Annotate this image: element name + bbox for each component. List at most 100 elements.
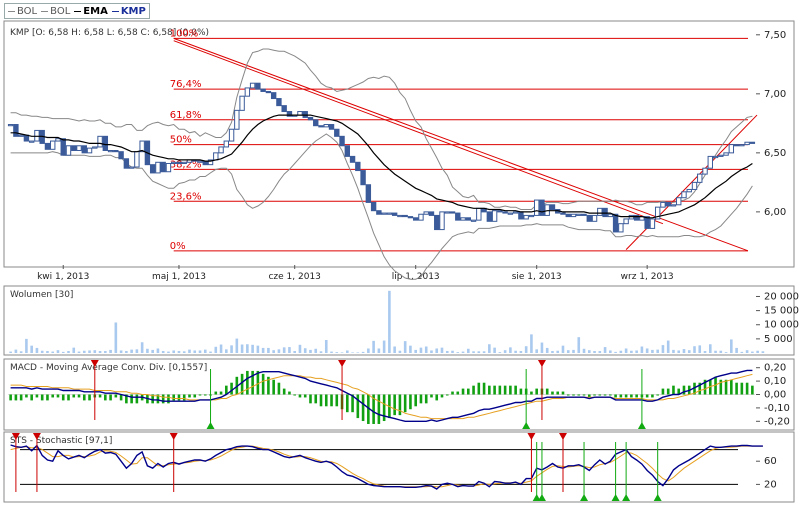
macd-histogram-bar bbox=[730, 379, 733, 395]
macd-histogram-bar bbox=[419, 394, 423, 404]
price-candle bbox=[439, 211, 445, 231]
macd-histogram-bar bbox=[309, 394, 312, 404]
fib-level-label: 23,6% bbox=[170, 191, 202, 202]
macd-histogram-bar bbox=[498, 385, 502, 395]
volume-bar bbox=[98, 351, 102, 353]
price-candle bbox=[386, 212, 393, 215]
volume-bar bbox=[472, 351, 475, 353]
volume-bar bbox=[488, 344, 491, 353]
price-candle bbox=[55, 138, 61, 142]
macd-histogram-bar bbox=[40, 394, 44, 401]
macd-histogram-bar bbox=[261, 373, 265, 395]
price-candle bbox=[465, 217, 471, 221]
volume-bar bbox=[261, 347, 265, 353]
macd-histogram-bar bbox=[440, 394, 444, 398]
volume-bar bbox=[88, 350, 91, 353]
macd-histogram-bar bbox=[193, 394, 197, 398]
volume-bar bbox=[677, 350, 681, 353]
y-tick-label: 0,20 bbox=[764, 363, 786, 374]
volume-bar bbox=[82, 350, 86, 353]
price-candle bbox=[607, 213, 614, 218]
volume-bar bbox=[309, 349, 312, 353]
macd-histogram-bar bbox=[219, 391, 223, 395]
volume-bar bbox=[104, 351, 107, 353]
volume-bar bbox=[225, 349, 228, 353]
y-tick-label: 5 000 bbox=[764, 334, 793, 345]
macd-histogram-bar bbox=[346, 394, 349, 413]
macd-histogram-bar bbox=[198, 394, 202, 396]
macd-histogram-bar bbox=[603, 394, 607, 396]
y-tick-label: 0,00 bbox=[764, 390, 786, 401]
price-candle bbox=[18, 134, 24, 137]
price-candle bbox=[549, 204, 556, 211]
macd-histogram-bar bbox=[682, 385, 686, 395]
price-candle bbox=[686, 188, 692, 193]
volume-bar bbox=[14, 349, 18, 353]
price-candle bbox=[597, 207, 603, 216]
volume-bar bbox=[340, 352, 344, 353]
volume-bar bbox=[419, 347, 423, 353]
price-candle bbox=[260, 88, 266, 92]
volume-bar bbox=[482, 351, 486, 353]
volume-bar bbox=[719, 350, 723, 353]
volume-bar bbox=[509, 347, 512, 353]
price-candle bbox=[728, 144, 735, 154]
stock-chart: KMP [O: 6,58 H: 6,58 L: 6,58 C: 6,58] (0… bbox=[3, 20, 799, 503]
price-candle bbox=[533, 199, 540, 216]
macd-histogram-bar bbox=[167, 394, 170, 404]
y-tick-label: 7,00 bbox=[764, 89, 786, 100]
price-candle bbox=[13, 124, 19, 137]
price-candle bbox=[560, 212, 566, 215]
macd-histogram-bar bbox=[466, 388, 470, 395]
y-tick-label: 15 000 bbox=[764, 306, 799, 317]
price-candle bbox=[723, 152, 729, 156]
macd-histogram-bar bbox=[282, 388, 286, 395]
macd-histogram-bar bbox=[25, 394, 28, 398]
volume-bar bbox=[382, 340, 386, 353]
volume-bar bbox=[493, 347, 496, 353]
x-tick-label: cze 1, 2013 bbox=[268, 272, 320, 282]
macd-histogram-bar bbox=[424, 394, 428, 404]
volume-bar bbox=[67, 351, 70, 353]
volume-bar bbox=[714, 350, 717, 353]
volume-bar bbox=[703, 351, 707, 353]
macd-histogram-bar bbox=[514, 385, 517, 395]
volume-bar bbox=[367, 348, 370, 353]
volume-bar bbox=[293, 351, 297, 353]
price-candle bbox=[244, 87, 251, 97]
price-candle bbox=[691, 181, 698, 190]
macd-histogram-bar bbox=[88, 394, 91, 401]
volume-bar bbox=[561, 345, 565, 353]
volume-bar bbox=[130, 349, 133, 353]
macd-histogram-bar bbox=[561, 391, 565, 395]
macd-histogram-bar bbox=[214, 391, 218, 395]
price-candle bbox=[623, 218, 629, 225]
volume-bar bbox=[640, 346, 644, 353]
price-candle bbox=[434, 214, 440, 231]
volume-bar bbox=[730, 339, 733, 353]
volume-bar bbox=[219, 344, 223, 353]
macd-histogram-bar bbox=[161, 394, 165, 404]
macd-histogram-bar bbox=[104, 394, 107, 401]
macd-histogram-bar bbox=[114, 394, 118, 398]
macd-histogram-bar bbox=[609, 394, 612, 396]
volume-bar bbox=[203, 349, 207, 353]
volume-bar bbox=[209, 351, 212, 353]
volume-bar bbox=[114, 322, 118, 353]
price-candle bbox=[71, 145, 77, 151]
volume-bar bbox=[251, 344, 254, 353]
macd-histogram-bar bbox=[272, 379, 275, 395]
price-candle bbox=[512, 211, 519, 214]
volume-bar bbox=[603, 347, 607, 353]
volume-bar bbox=[645, 348, 649, 353]
price-candle bbox=[270, 92, 277, 100]
price-candle bbox=[749, 141, 756, 144]
volume-bar bbox=[751, 351, 754, 353]
volume-bar bbox=[246, 344, 249, 353]
volume-bar bbox=[598, 351, 602, 353]
price-candle bbox=[328, 124, 335, 130]
price-candle bbox=[249, 82, 256, 89]
macd-histogram-bar bbox=[582, 394, 586, 396]
volume-bar bbox=[682, 349, 686, 353]
price-candle bbox=[81, 145, 87, 154]
